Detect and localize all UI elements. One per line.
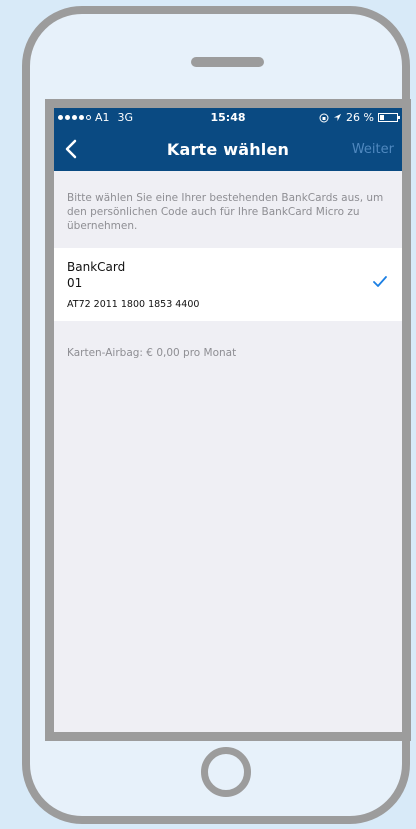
lock-rotation-icon: [319, 113, 329, 122]
card-iban: AT72 2011 1800 1853 4400: [67, 299, 200, 310]
home-button[interactable]: [201, 747, 251, 797]
checkmark-icon: [373, 276, 387, 287]
app-screen: A1 3G 15:48 26 % Karte wählen Weiter Bit…: [54, 108, 402, 732]
card-name: BankCard: [67, 260, 126, 274]
battery-level: [380, 115, 384, 120]
battery-percent: 26 %: [346, 111, 374, 124]
status-right: 26 %: [319, 111, 400, 124]
page-title: Karte wählen: [166, 140, 290, 159]
battery-icon: [378, 113, 400, 122]
nav-bar: Karte wählen Weiter: [54, 128, 402, 171]
card-list-item[interactable]: BankCard 01 AT72 2011 1800 1853 4400: [54, 248, 402, 321]
location-arrow-icon: [333, 113, 342, 122]
card-number: 01: [67, 276, 83, 290]
status-bar: A1 3G 15:48 26 %: [54, 108, 402, 128]
card-airbag-info: Karten-Airbag: € 0,00 pro Monat: [67, 347, 237, 359]
next-button[interactable]: Weiter: [352, 142, 394, 157]
phone-speaker: [191, 57, 264, 67]
intro-text: Bitte wählen Sie eine Ihrer bestehenden …: [67, 192, 384, 232]
